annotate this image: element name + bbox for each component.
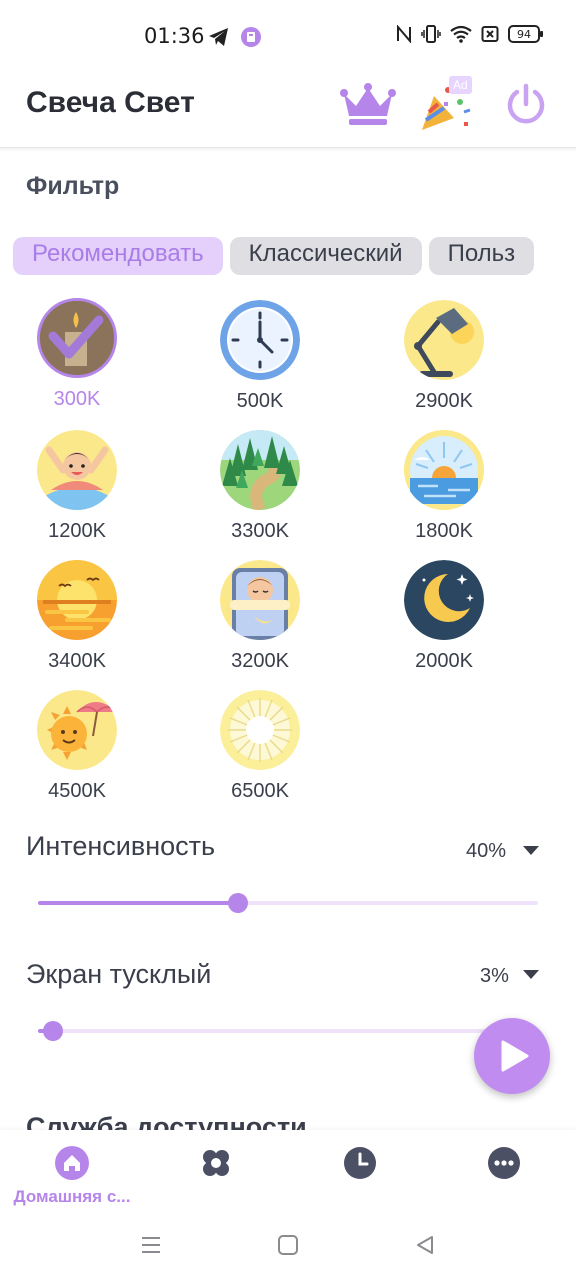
preset-1800k[interactable]: 1800K: [374, 430, 514, 543]
preset-label: 4500K: [48, 780, 106, 802]
ad-badge: Ad: [449, 76, 472, 94]
power-icon: [507, 83, 545, 124]
intensity-slider-thumb[interactable]: [228, 893, 248, 913]
play-button[interactable]: [474, 1018, 550, 1094]
app-notification-icon: [241, 27, 261, 47]
preset-label: 6500K: [231, 780, 289, 802]
sunset-icon: [37, 560, 117, 640]
clock-icon: [344, 1147, 376, 1179]
wifi-icon: [450, 25, 472, 43]
sunrise-sea-icon: [404, 430, 484, 510]
preset-2900k[interactable]: 2900K: [374, 300, 514, 413]
preset-label: 1800K: [415, 520, 473, 542]
forest-icon: [220, 430, 300, 510]
sim-off-icon: [481, 26, 499, 42]
home-nav-icon[interactable]: [277, 1234, 299, 1256]
nav-filters[interactable]: [144, 1146, 288, 1185]
nav-home-label: Домашняя с...: [13, 1187, 131, 1206]
dim-screen-slider[interactable]: [38, 1021, 538, 1041]
status-bar: 01:36 94: [0, 0, 576, 70]
preset-1200k[interactable]: 1200K: [7, 430, 147, 543]
intensity-slider-fill: [38, 901, 238, 905]
preset-500k[interactable]: 500K: [190, 300, 330, 413]
back-nav-icon[interactable]: [414, 1234, 436, 1256]
preset-label: 2900K: [415, 390, 473, 412]
candle-icon: [37, 298, 117, 378]
telegram-icon: [209, 28, 228, 46]
preset-2000k[interactable]: 2000K: [374, 560, 514, 673]
premium-button[interactable]: [340, 82, 396, 126]
filter-tabs: Рекомендовать Классический Польз: [13, 237, 563, 275]
preset-label: 3400K: [48, 650, 106, 672]
tab-recommend[interactable]: Рекомендовать: [13, 237, 223, 275]
dim-screen-value[interactable]: 3%: [480, 965, 509, 988]
preset-3400k[interactable]: 3400K: [7, 560, 147, 673]
dim-screen-label: Экран тусклый: [26, 959, 212, 989]
app-title: Свеча Свет: [26, 86, 195, 119]
ad-button[interactable]: Ad: [414, 76, 478, 136]
tab-custom[interactable]: Польз: [428, 237, 535, 275]
preset-label: 300K: [53, 388, 101, 410]
flower-icon: [203, 1150, 229, 1176]
filter-title: Фильтр: [26, 172, 120, 200]
recent-apps-icon[interactable]: [140, 1234, 162, 1256]
clock-icon: [220, 300, 300, 380]
tab-classic[interactable]: Классический: [229, 237, 422, 275]
play-icon: [501, 1040, 529, 1072]
dim-screen-slider-thumb[interactable]: [43, 1021, 63, 1041]
preset-label: 500K: [236, 390, 284, 412]
status-time: 01:36: [144, 24, 205, 48]
preset-label: 2000K: [415, 650, 473, 672]
intensity-label: Интенсивность: [26, 831, 216, 861]
intensity-dropdown-icon[interactable]: [523, 846, 539, 855]
preset-300k[interactable]: 300K: [7, 298, 147, 411]
nav-more[interactable]: [432, 1146, 576, 1185]
preset-label: 3300K: [231, 520, 289, 542]
bottom-nav: Домашняя с...: [0, 1130, 576, 1212]
battery-indicator: 94: [508, 25, 543, 43]
power-button[interactable]: [504, 82, 548, 126]
preset-label: 1200K: [48, 520, 106, 542]
nfc-icon: [397, 25, 411, 43]
system-nav-bar: [0, 1212, 576, 1280]
moon-stars-icon: [404, 560, 484, 640]
preset-label: 3200K: [231, 650, 289, 672]
vibrate-icon: [421, 25, 441, 43]
dim-screen-dropdown-icon[interactable]: [523, 970, 539, 979]
sun-umbrella-icon: [37, 690, 117, 770]
preset-6500k[interactable]: 6500K: [190, 690, 330, 803]
preset-3200k[interactable]: 3200K: [190, 560, 330, 673]
home-icon: [55, 1146, 89, 1180]
preset-4500k[interactable]: 4500K: [7, 690, 147, 803]
nav-schedule[interactable]: [288, 1146, 432, 1185]
nav-home[interactable]: Домашняя с...: [0, 1146, 144, 1207]
happy-kid-icon: [37, 430, 117, 510]
preset-3300k[interactable]: 3300K: [190, 430, 330, 543]
more-icon: [488, 1147, 520, 1179]
intensity-value[interactable]: 40%: [466, 840, 506, 863]
desk-lamp-icon: [404, 300, 484, 380]
app-bar: Свеча Свет Ad: [0, 70, 576, 148]
sleeping-kid-icon: [220, 560, 300, 640]
intensity-slider[interactable]: [38, 893, 538, 913]
crown-icon: [340, 83, 396, 125]
bright-light-icon: [220, 690, 300, 770]
